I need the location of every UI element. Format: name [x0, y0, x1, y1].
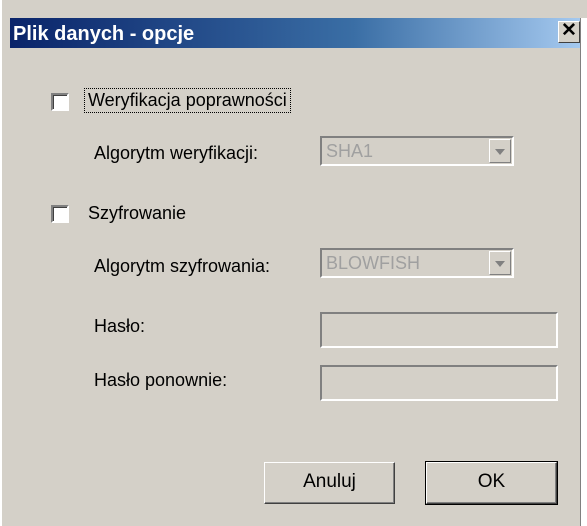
encryption-algorithm-dropdown-button[interactable] — [489, 251, 511, 275]
verification-algorithm-select[interactable]: SHA1 — [320, 136, 514, 166]
title-bar[interactable]: Plik danych - opcje ✕ — [10, 18, 582, 48]
encryption-checkbox[interactable] — [51, 205, 69, 223]
cancel-button[interactable]: Anuluj — [264, 462, 395, 504]
chevron-down-icon — [495, 149, 505, 155]
close-icon: ✕ — [561, 20, 577, 41]
verification-checkbox-label[interactable]: Weryfikacja poprawności — [84, 88, 291, 113]
encryption-checkbox-label[interactable]: Szyfrowanie — [88, 203, 186, 224]
verification-algorithm-value: SHA1 — [326, 141, 374, 161]
close-button[interactable]: ✕ — [558, 21, 580, 43]
password-label: Hasło: — [94, 316, 146, 336]
verification-checkbox[interactable] — [51, 93, 69, 111]
verification-algorithm-label: Algorytm weryfikacji: — [94, 143, 259, 163]
encryption-algorithm-select[interactable]: BLOWFISH — [320, 248, 514, 278]
encryption-algorithm-label: Algorytm szyfrowania: — [94, 256, 271, 276]
options-dialog: Plik danych - opcje ✕ Weryfikacja popraw… — [0, 0, 587, 526]
ok-button[interactable]: OK — [425, 461, 558, 505]
chevron-down-icon — [495, 261, 505, 267]
encryption-algorithm-value: BLOWFISH — [326, 253, 421, 273]
password-field[interactable] — [320, 312, 558, 348]
verification-algorithm-dropdown-button[interactable] — [489, 139, 511, 163]
password-repeat-label: Hasło ponownie: — [94, 370, 228, 390]
window-title: Plik danych - opcje — [13, 23, 195, 45]
window-right-edge — [580, 18, 587, 526]
password-repeat-field[interactable] — [320, 365, 558, 401]
